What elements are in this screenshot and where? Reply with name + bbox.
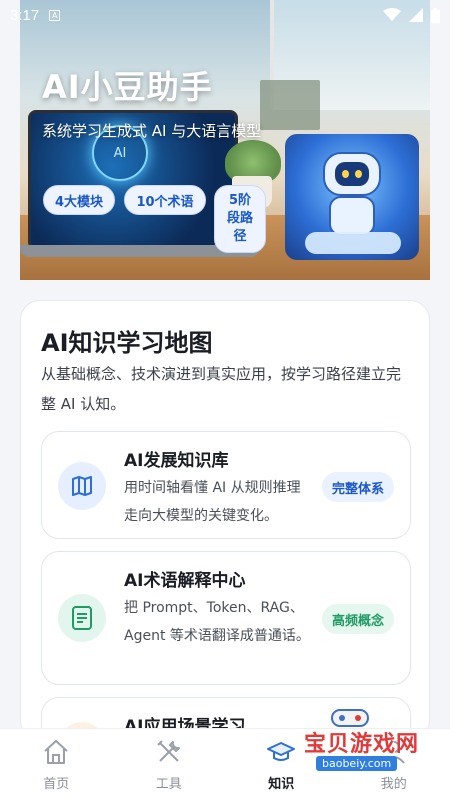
hero-title: AI小豆助手 <box>42 68 213 106</box>
nav-label: 工具 <box>155 777 182 792</box>
signal-icon <box>409 8 423 22</box>
wifi-icon <box>383 8 401 21</box>
sim-icon: A <box>49 9 61 21</box>
battery-icon <box>431 7 440 23</box>
feature-description: 把 Prompt、Token、RAG、Agent 等术语翻译成普通话。 <box>124 600 310 644</box>
section-title: AI知识学习地图 <box>41 329 213 357</box>
feature-card-knowledge-base[interactable]: AI发展知识库 用时间轴看懂 AI 从规则推理走向大模型的关键变化。 完整体系 <box>41 431 411 539</box>
watermark-logo: 宝贝游戏网 baobeiy.com <box>290 706 440 776</box>
status-time: 3:17 <box>10 6 40 24</box>
chip-paths[interactable]: 5阶段路径 <box>214 185 266 253</box>
hero-banner: AI AI小豆助手 系统学习生成式 AI 与大语言模型 4大模块 10个术语 5… <box>20 0 430 280</box>
nav-label: 首页 <box>43 777 70 792</box>
status-bar: 3:17 A <box>0 0 450 30</box>
watermark-text: 宝贝游戏网 <box>304 732 420 757</box>
section-description: 从基础概念、技术演进到真实应用，按学习路径建立完整 AI 认知。 <box>41 365 402 413</box>
status-icons <box>383 7 440 23</box>
nav-item-home[interactable]: 首页 <box>0 729 113 800</box>
tools-icon <box>157 740 180 762</box>
map-icon <box>58 462 106 510</box>
feature-title: AI发展知识库 <box>124 451 229 471</box>
chip-modules[interactable]: 4大模块 <box>43 185 115 215</box>
feature-badge: 高频概念 <box>321 604 394 634</box>
robot-body <box>329 196 375 236</box>
home-icon <box>44 740 68 764</box>
robot-mascot-image <box>285 134 419 260</box>
watermark-url: baobeiy.com <box>316 756 398 771</box>
chip-terms[interactable]: 10个术语 <box>124 185 206 215</box>
feature-badge: 完整体系 <box>321 472 394 502</box>
hero-subtitle: 系统学习生成式 AI 与大语言模型 <box>42 122 262 140</box>
knowledge-map-card: AI知识学习地图 从基础概念、技术演进到真实应用，按学习路径建立完整 AI 认知… <box>20 300 430 740</box>
feature-title: AI术语解释中心 <box>124 571 246 591</box>
nav-item-tools[interactable]: 工具 <box>113 729 226 800</box>
robot-head <box>323 152 381 196</box>
cloud-decoration <box>305 232 401 254</box>
document-icon <box>58 594 106 642</box>
feature-card-glossary[interactable]: AI术语解释中心 把 Prompt、Token、RAG、Agent 等术语翻译成… <box>41 551 411 685</box>
feature-description: 用时间轴看懂 AI 从规则推理走向大模型的关键变化。 <box>124 480 301 524</box>
